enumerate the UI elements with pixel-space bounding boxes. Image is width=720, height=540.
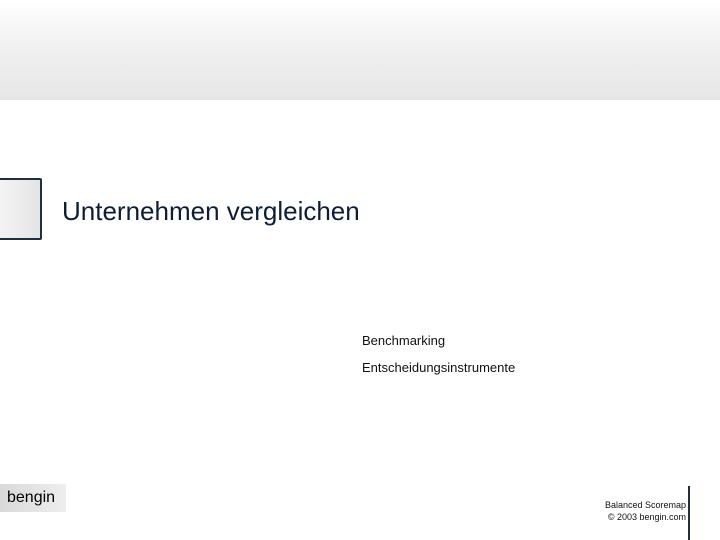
bengin-logo: bengin: [0, 484, 66, 512]
footer-copyright: © 2003 bengin.com: [607, 512, 686, 522]
footer-product-name: Balanced Scoremap: [604, 500, 686, 510]
slide-title: Unternehmen vergleichen: [62, 196, 360, 226]
footer-divider: [688, 486, 690, 540]
subtitle-benchmarking: Benchmarking: [362, 333, 446, 348]
title-marker-box: [0, 178, 42, 240]
footer-credits: Balanced Scoremap © 2003 bengin.com: [605, 499, 686, 523]
subtitle-decision-tools: Entscheidungsinstrumente: [362, 360, 516, 375]
logo-text: bengin: [7, 489, 56, 506]
header-gradient-band: [0, 0, 720, 100]
